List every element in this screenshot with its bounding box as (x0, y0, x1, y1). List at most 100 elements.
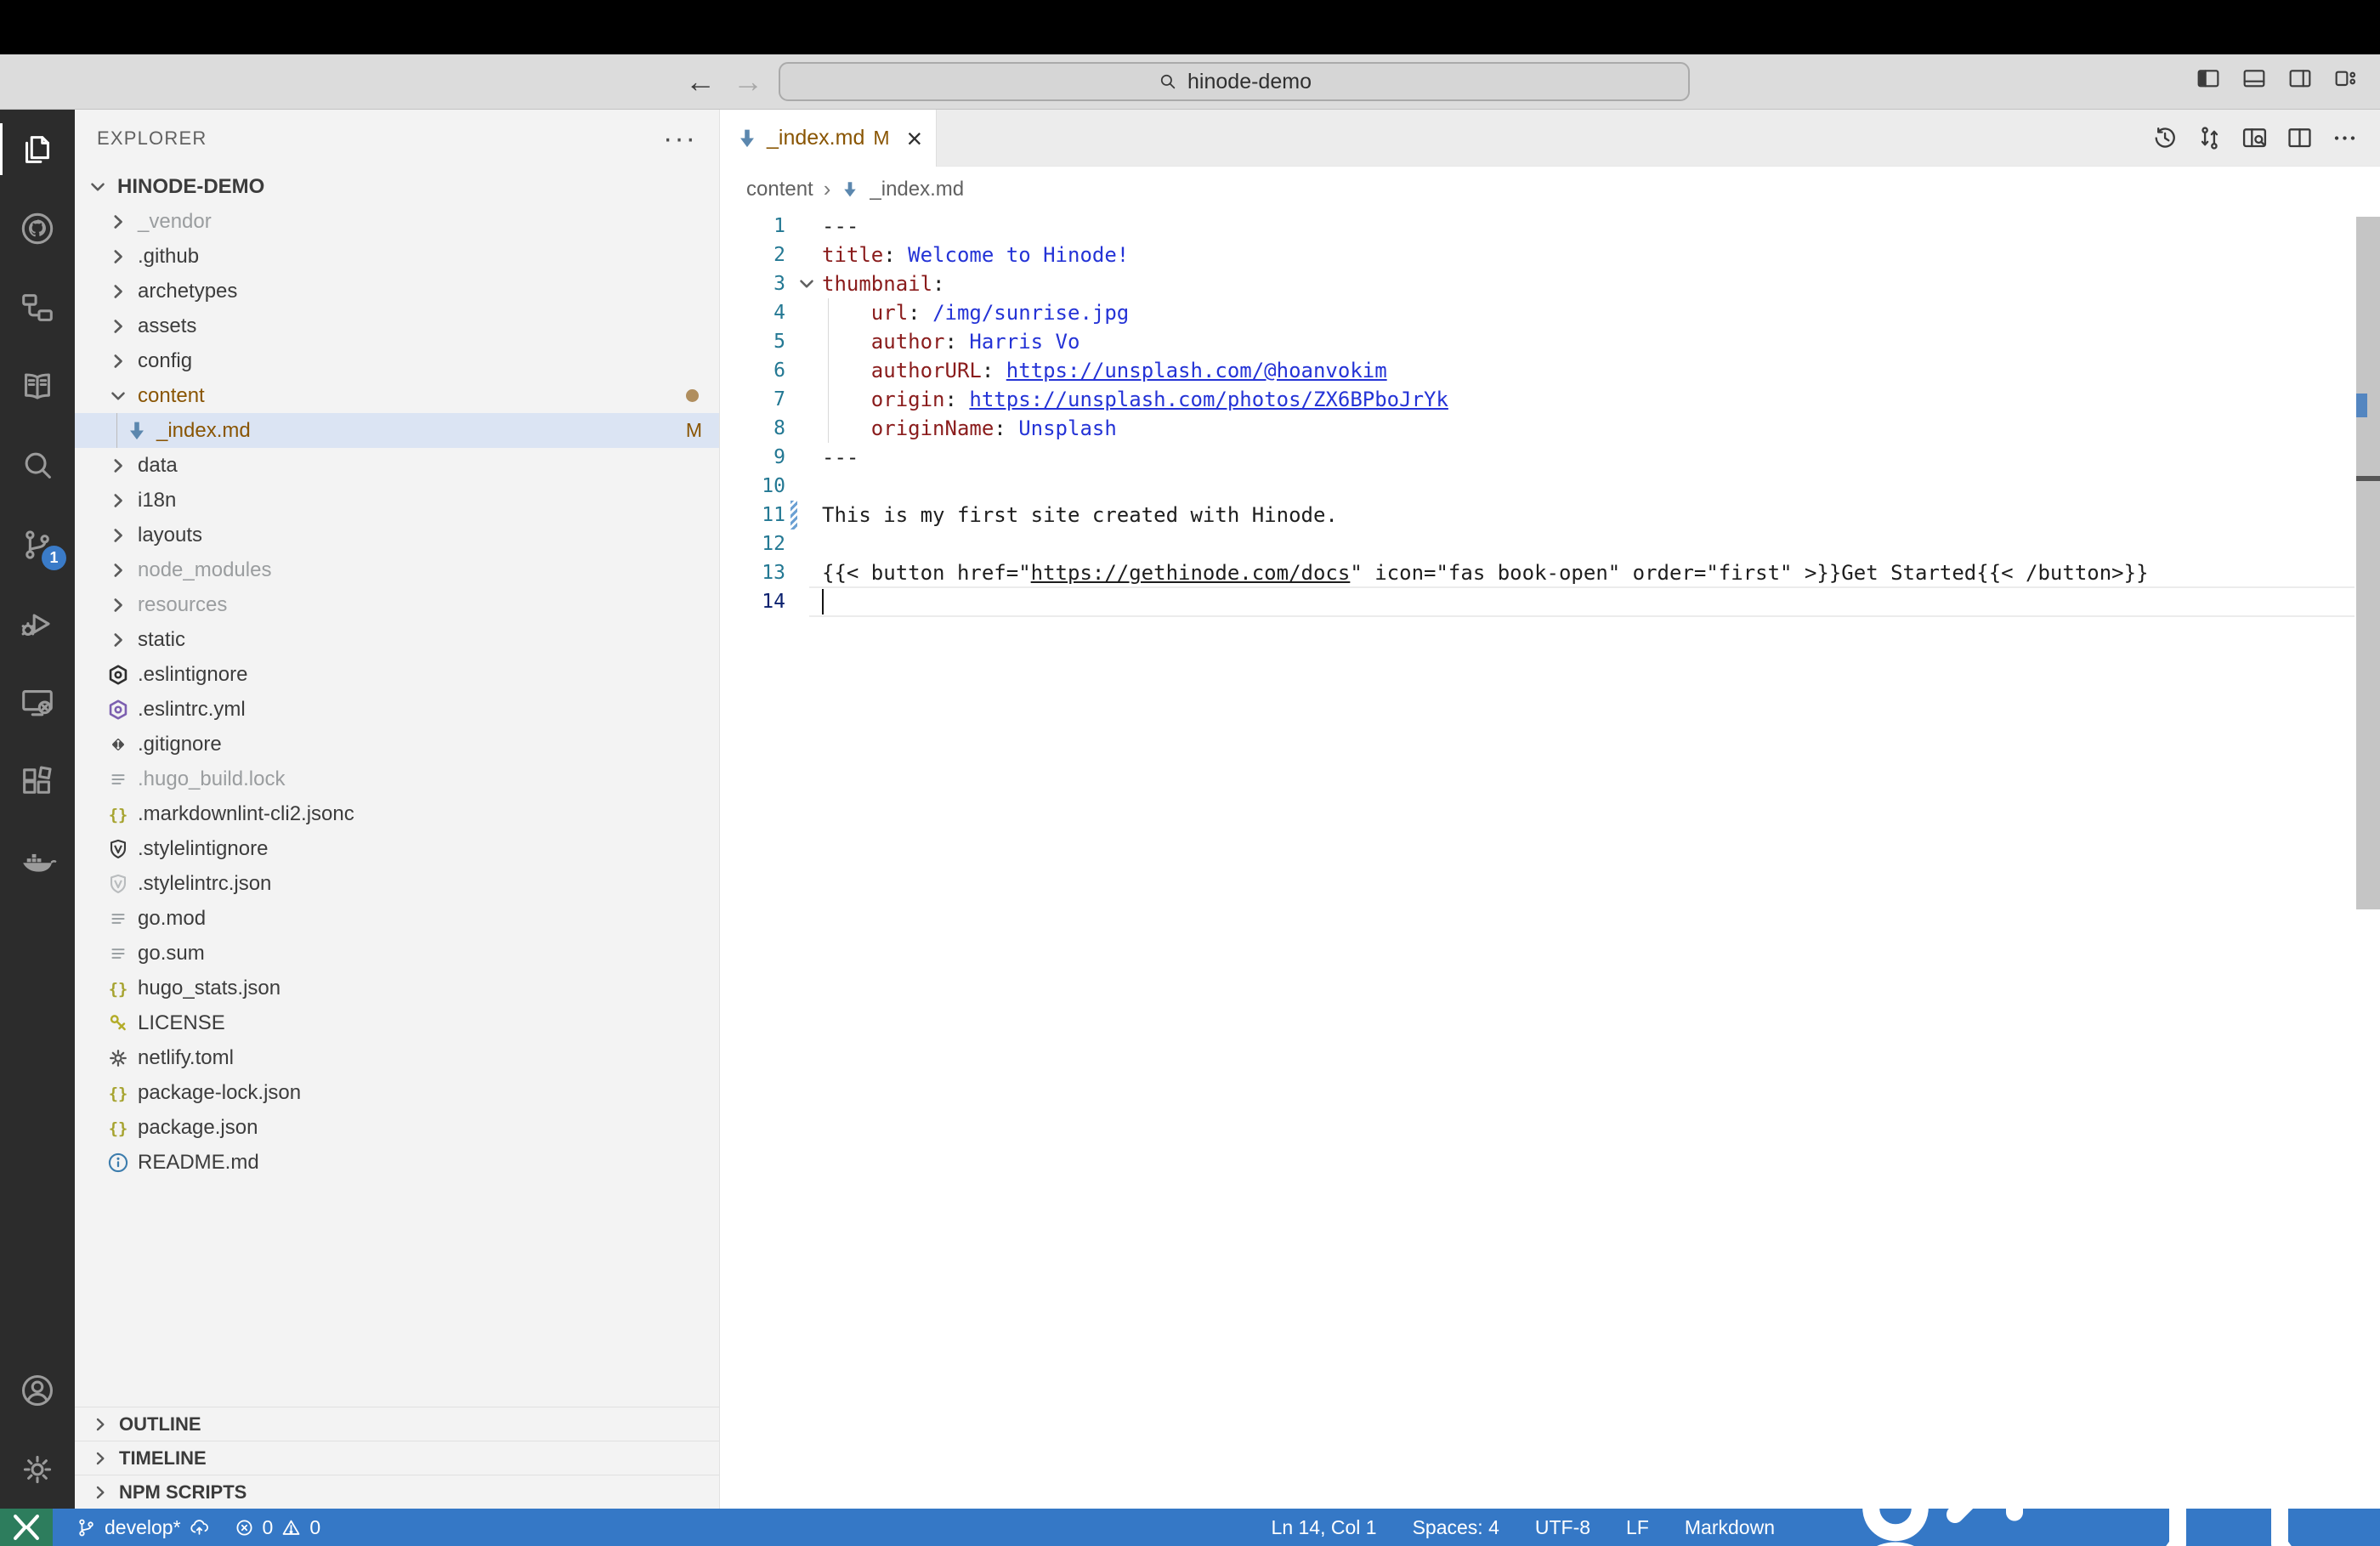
tree-item-markdownlint-cli2-jsonc[interactable]: {}.markdownlint-cli2.jsonc (75, 796, 719, 831)
problems-item[interactable]: 0 0 (233, 1516, 321, 1539)
section-label: NPM SCRIPTS (119, 1481, 246, 1504)
explorer-more-actions[interactable]: ··· (663, 130, 697, 147)
key-file-icon (107, 1012, 129, 1034)
tab-close-icon[interactable]: × (907, 126, 923, 151)
tree-item-netlify-toml[interactable]: netlify.toml (75, 1040, 719, 1075)
code-link[interactable]: https://unsplash.com/@hoanvokim (1006, 359, 1387, 382)
tab-index-md[interactable]: _index.md M × (721, 110, 937, 167)
section-outline[interactable]: OUTLINE (75, 1407, 719, 1441)
timeline-history-icon[interactable] (2150, 123, 2179, 153)
json-file-icon: {} (107, 803, 129, 825)
notifications-bell-icon[interactable] (2101, 1400, 2356, 1546)
code-editor[interactable]: 1---2title: Welcome to Hinode!3thumbnail… (721, 212, 2380, 1509)
section-npm-scripts[interactable]: NPM SCRIPTS (75, 1475, 719, 1509)
tree-item-package-json[interactable]: {}package.json (75, 1110, 719, 1145)
toggle-panel-icon[interactable] (2241, 65, 2268, 92)
tree-item-stylelintrc-json[interactable]: .stylelintrc.json (75, 866, 719, 901)
tree-item-gitignore[interactable]: .gitignore (75, 727, 719, 762)
tree-item-data[interactable]: data (75, 448, 719, 483)
split-editor-icon[interactable] (2285, 123, 2315, 153)
tree-item-index-md[interactable]: _index.mdM (75, 413, 719, 448)
line-number: 13 (721, 558, 785, 587)
tree-item-static[interactable]: static (75, 622, 719, 657)
code-line-9: --- (822, 443, 858, 472)
tree-item-hugo-build-lock[interactable]: .hugo_build.lock (75, 762, 719, 796)
code-token: {{< button href=" (822, 561, 1031, 585)
tree-item-go-mod[interactable]: go.mod (75, 901, 719, 936)
tree-item-node-modules[interactable]: node_modules (75, 552, 719, 587)
activity-project-structure-icon[interactable] (0, 268, 75, 347)
tree-item-resources[interactable]: resources (75, 587, 719, 622)
activity-accounts-icon[interactable] (0, 1351, 75, 1430)
breadcrumb-folder[interactable]: content (746, 178, 813, 201)
code-line-1: --- (822, 212, 858, 241)
more-actions-icon[interactable] (2330, 123, 2360, 153)
status-markdown[interactable]: Markdown (1685, 1516, 1775, 1539)
activity-remote-window-icon[interactable] (0, 663, 75, 742)
status-utf-8[interactable]: UTF-8 (1535, 1516, 1590, 1539)
tree-item-github[interactable]: .github (75, 239, 719, 274)
tree-item-go-sum[interactable]: go.sum (75, 936, 719, 971)
activity-explorer-icon[interactable] (0, 110, 75, 189)
tree-item-vendor[interactable]: _vendor (75, 204, 719, 239)
activity-source-control-icon[interactable]: 1 (0, 505, 75, 584)
toggle-secondary-sidebar-icon[interactable] (2286, 65, 2314, 92)
status-ln-14-col-1[interactable]: Ln 14, Col 1 (1272, 1516, 1377, 1539)
tree-item-hugo-stats-json[interactable]: {}hugo_stats.json (75, 971, 719, 1005)
tree-item-readme-md[interactable]: README.md (75, 1145, 719, 1180)
editor-scrollbar[interactable] (2356, 217, 2380, 909)
tree-item-config[interactable]: config (75, 343, 719, 378)
tree-item-eslintignore[interactable]: .eslintignore (75, 657, 719, 692)
activity-github-icon[interactable] (0, 189, 75, 268)
tree-item-license[interactable]: LICENSE (75, 1005, 719, 1040)
command-center-search[interactable]: hinode-demo (779, 62, 1690, 101)
branch-label: develop* (105, 1516, 181, 1539)
tab-label: _index.md (767, 126, 864, 150)
code-token: : (932, 272, 944, 296)
activity-docs-book-icon[interactable] (0, 347, 75, 426)
activity-search-icon[interactable] (0, 426, 75, 505)
line-number: 6 (721, 356, 785, 385)
tree-item-stylelintignore[interactable]: .stylelintignore (75, 831, 719, 866)
activity-settings-gear-icon[interactable] (0, 1430, 75, 1509)
activity-bar: 1 (0, 110, 75, 1509)
lines-file-icon (107, 908, 129, 930)
history-forward-arrow[interactable]: → (733, 63, 763, 100)
section-timeline[interactable]: TIMELINE (75, 1441, 719, 1475)
breadcrumb-file[interactable]: _index.md (870, 178, 964, 201)
json-file-icon: {} (107, 1082, 129, 1104)
feedback-icon[interactable] (1810, 1400, 2066, 1546)
open-preview-icon[interactable] (2240, 123, 2270, 153)
activity-extensions-icon[interactable] (0, 742, 75, 821)
open-changes-icon[interactable] (2195, 123, 2224, 153)
tree-item-label: assets (138, 314, 196, 338)
fold-chevron-icon[interactable] (796, 273, 818, 295)
tree-item-package-lock-json[interactable]: {}package-lock.json (75, 1075, 719, 1110)
history-back-arrow[interactable]: ← (685, 63, 716, 100)
tree-item-eslintrc-yml[interactable]: .eslintrc.yml (75, 692, 719, 727)
git-branch-item[interactable]: develop* (75, 1516, 211, 1539)
chevron-right-icon (107, 524, 129, 546)
status-spaces[interactable]: Spaces: 4 (1413, 1516, 1499, 1539)
activity-docker-icon[interactable] (0, 821, 75, 900)
tree-item-label: _vendor (138, 210, 212, 234)
customize-layout-icon[interactable] (2332, 65, 2360, 92)
git-modified-badge: M (686, 419, 702, 442)
git-branch-icon (75, 1516, 98, 1539)
code-indent-guide (828, 298, 829, 443)
code-link[interactable]: https://unsplash.com/photos/ZX6BPboJrYk (969, 388, 1448, 411)
stylelint-light-file-icon (107, 873, 129, 895)
activity-run-debug-icon[interactable] (0, 584, 75, 663)
warnings-count: 0 (309, 1516, 320, 1539)
tree-item-layouts[interactable]: layouts (75, 518, 719, 552)
tree-item-hinode-demo[interactable]: HINODE-DEMO (75, 169, 719, 204)
tree-item-archetypes[interactable]: archetypes (75, 274, 719, 309)
code-token: author (871, 330, 945, 354)
tree-item-assets[interactable]: assets (75, 309, 719, 343)
line-number: 11 (721, 501, 785, 529)
toggle-primary-sidebar-icon[interactable] (2195, 65, 2222, 92)
remote-indicator[interactable] (0, 1509, 53, 1546)
tree-item-content[interactable]: content (75, 378, 719, 413)
tree-item-i18n[interactable]: i18n (75, 483, 719, 518)
status-lf[interactable]: LF (1626, 1516, 1649, 1539)
